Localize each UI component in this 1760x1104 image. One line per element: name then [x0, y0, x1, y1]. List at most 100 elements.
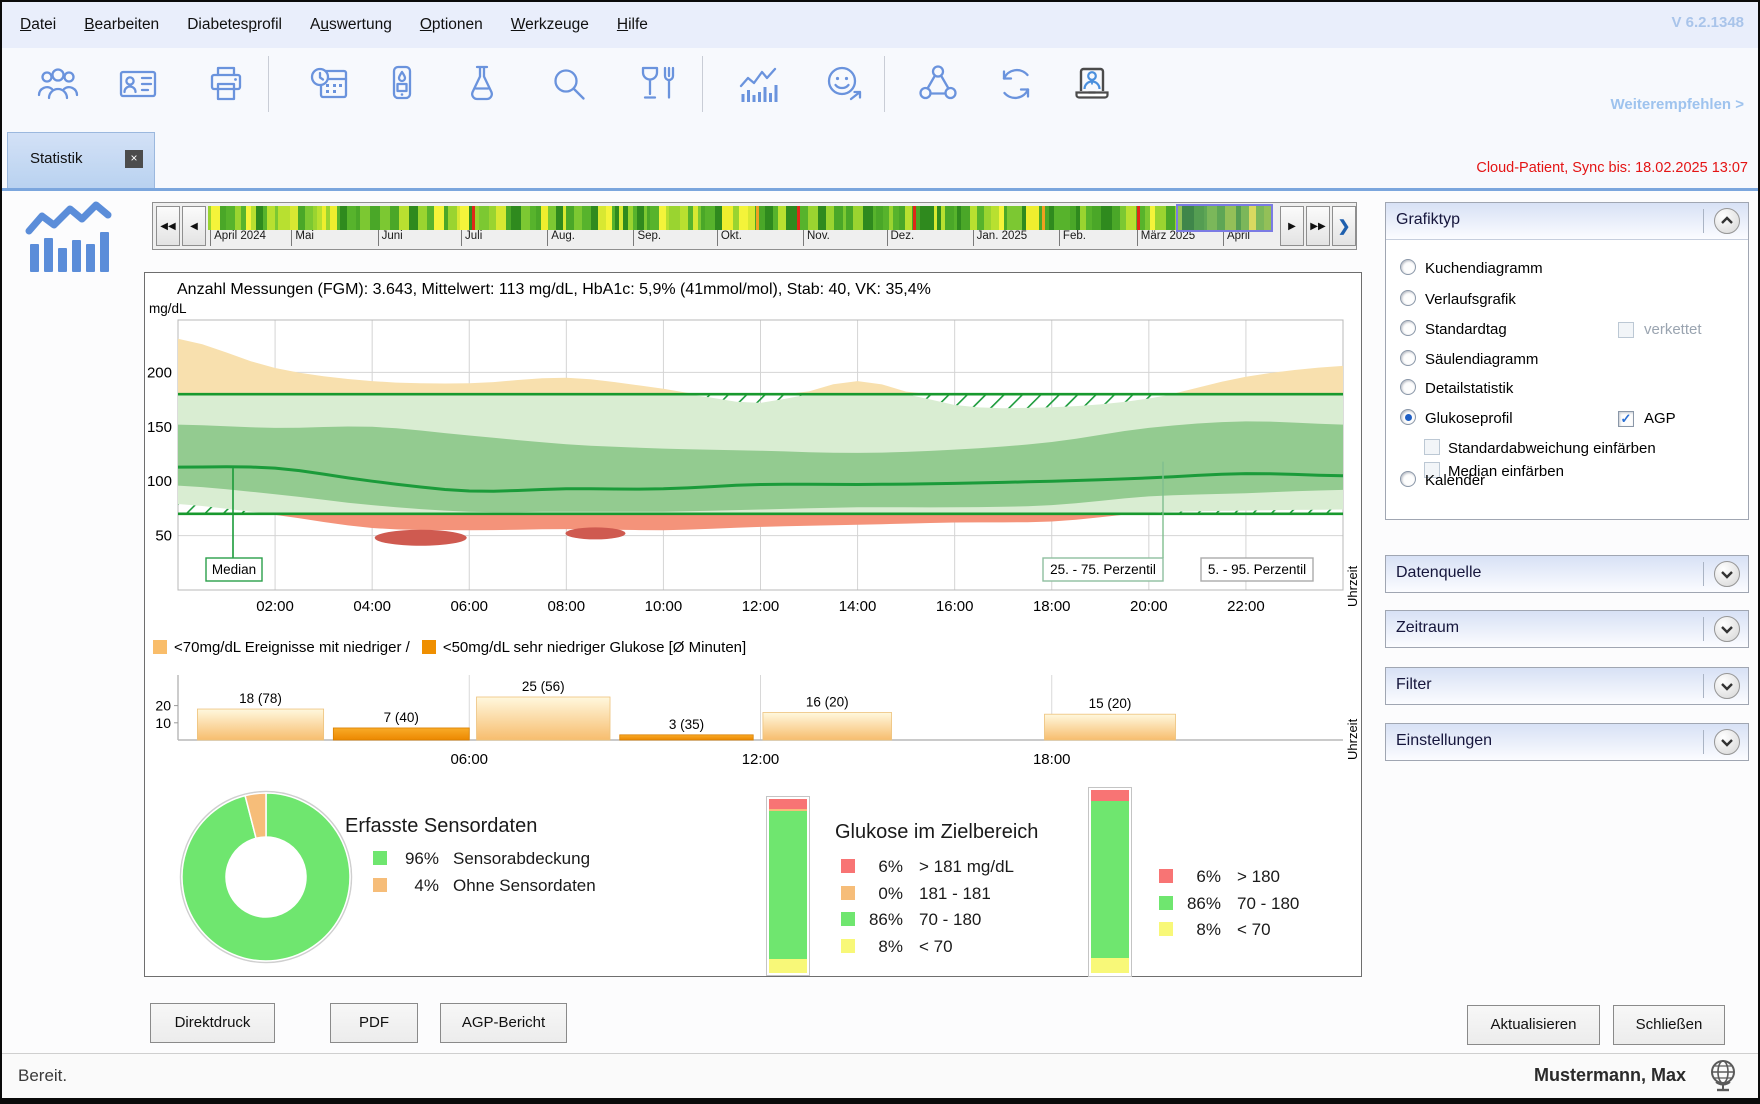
radio-unselected[interactable]: [1400, 290, 1416, 306]
svg-text:18 (78): 18 (78): [239, 691, 282, 706]
menu-item-hilfe[interactable]: Hilfe: [617, 2, 648, 48]
graphtype-panel-header[interactable]: Grafiktyp: [1386, 203, 1748, 240]
graphtype-option-säulendiagramm[interactable]: Säulendiagramm: [1400, 350, 1538, 370]
radio-unselected[interactable]: [1400, 471, 1416, 487]
panel-section-einstellungen[interactable]: Einstellungen: [1385, 723, 1749, 761]
svg-text:25. - 75. Perzentil: 25. - 75. Perzentil: [1050, 562, 1156, 577]
checkbox-agp[interactable]: ✓: [1618, 411, 1634, 427]
sync-icon[interactable]: [994, 62, 1038, 106]
svg-text:12:00: 12:00: [742, 751, 780, 768]
tab-row: Statistik × Cloud-Patient, Sync bis: 18.…: [2, 124, 1758, 188]
graphtype-option-detailstatistik[interactable]: Detailstatistik: [1400, 379, 1513, 399]
tab-statistik[interactable]: Statistik ×: [7, 132, 155, 188]
radio-unselected[interactable]: [1400, 259, 1416, 275]
glucose-meter-icon[interactable]: [380, 62, 424, 106]
collapse-button[interactable]: [1714, 208, 1740, 234]
svg-text:200: 200: [147, 364, 172, 381]
svg-text:06:00: 06:00: [450, 751, 488, 768]
timeline-barcode-strip[interactable]: [208, 206, 1273, 230]
timeline-month-label: April 2024: [210, 230, 266, 246]
patients-group-icon[interactable]: [36, 62, 80, 106]
menu-item-datei[interactable]: Datei: [20, 2, 56, 48]
svg-text:12:00: 12:00: [742, 598, 780, 615]
graphtype-option-verlaufsgrafik[interactable]: Verlaufsgrafik: [1400, 290, 1516, 310]
graphtype-option-standardtag[interactable]: Standardtagverkettet: [1400, 320, 1507, 340]
checkbox[interactable]: [1424, 439, 1440, 455]
tir-legend-item: 8%< 70: [841, 937, 953, 957]
chevron-up-icon: [1722, 218, 1732, 223]
very-low-legend-swatch: [422, 640, 436, 654]
status-bar: Bereit. Mustermann, Max: [2, 1053, 1758, 1099]
hypo-legend-label: <50mg/dL sehr niedriger Glukose [Ø Minut…: [443, 639, 746, 656]
graphtype-option-kuchendiagramm[interactable]: Kuchendiagramm: [1400, 259, 1543, 279]
timeline-first-button[interactable]: ◀◀: [156, 206, 180, 246]
timeline-month-label: Feb.: [1059, 230, 1086, 246]
hypo-legend-label: <70mg/dL Ereignisse mit niedriger /: [174, 639, 410, 656]
svg-text:3 (35): 3 (35): [669, 717, 704, 732]
timeline-last-button[interactable]: ▶▶: [1306, 206, 1330, 246]
expand-button[interactable]: [1714, 616, 1740, 642]
menu-item-werkzeuge[interactable]: Werkzeuge: [511, 2, 589, 48]
pdf-button[interactable]: PDF: [330, 1003, 418, 1043]
svg-text:16 (20): 16 (20): [806, 694, 849, 709]
menu-item-auswertung[interactable]: Auswertung: [310, 2, 392, 48]
aktualisieren-button[interactable]: Aktualisieren: [1467, 1005, 1600, 1045]
sensor-legend-item: 96%Sensorabdeckung: [373, 849, 590, 869]
schlie-en-button[interactable]: Schließen: [1613, 1005, 1725, 1045]
tir-legend-item: 86%70 - 180: [1159, 894, 1299, 914]
agp-chart: 5010015020002:0004:0006:0008:0010:0012:0…: [145, 315, 1363, 615]
tir-segment: [1091, 790, 1129, 801]
panel-section-filter[interactable]: Filter: [1385, 667, 1749, 705]
timeline-next-button[interactable]: ▶: [1280, 206, 1304, 246]
wellbeing-icon[interactable]: [822, 62, 866, 106]
patient-record-icon[interactable]: [116, 62, 160, 106]
timeline-selection[interactable]: [1176, 204, 1273, 232]
tir-segment: [769, 811, 807, 959]
radio-unselected[interactable]: [1400, 379, 1416, 395]
timeline-month-label: Aug.: [547, 230, 575, 246]
menu-item-diabetesprofil[interactable]: Diabetesprofil: [187, 2, 282, 48]
menu-item-bearbeiten[interactable]: Bearbeiten: [84, 2, 159, 48]
timeline-month-axis: April 2024MaiJuniJuliAug.Sep.Okt.Nov.Dez…: [208, 230, 1273, 247]
direktdruck-button[interactable]: Direktdruck: [150, 1003, 275, 1043]
svg-text:10: 10: [155, 715, 171, 731]
tir-legend-item: 0%181 - 181: [841, 884, 991, 904]
radio-unselected[interactable]: [1400, 320, 1416, 336]
calendar-clock-icon[interactable]: [308, 62, 352, 106]
expand-button[interactable]: [1714, 729, 1740, 755]
panel-section-zeitraum[interactable]: Zeitraum: [1385, 610, 1749, 648]
svg-text:20: 20: [155, 698, 171, 714]
time-in-range-bar-2: [1088, 787, 1132, 977]
radio-unselected[interactable]: [1400, 350, 1416, 366]
globe-icon: [1706, 1058, 1740, 1099]
timeline-expand-button[interactable]: ❯: [1332, 206, 1356, 246]
statistics-icon[interactable]: [736, 62, 780, 106]
graphtype-panel-title: Grafiktyp: [1396, 211, 1460, 229]
search-icon[interactable]: [547, 62, 591, 106]
nutrition-icon[interactable]: [635, 62, 679, 106]
version-label: V 6.2.1348: [1671, 14, 1744, 31]
timeline-month-label: Juli: [461, 230, 482, 246]
share-network-icon[interactable]: [916, 62, 960, 106]
expand-button[interactable]: [1714, 561, 1740, 587]
panel-section-datenquelle[interactable]: Datenquelle: [1385, 555, 1749, 593]
lab-flask-icon[interactable]: [460, 62, 504, 106]
expand-button[interactable]: [1714, 673, 1740, 699]
graphtype-option-glukoseprofil[interactable]: Glukoseprofil✓AGP: [1400, 409, 1513, 429]
svg-text:14:00: 14:00: [839, 598, 877, 615]
graphtype-option-kalender[interactable]: Kalender: [1400, 471, 1485, 491]
agp-bericht-button[interactable]: AGP-Bericht: [440, 1003, 567, 1043]
svg-text:20:00: 20:00: [1130, 598, 1168, 615]
tir-segment: [1091, 958, 1129, 973]
timeline-month-label: März 2025: [1137, 230, 1195, 246]
timeline-prev-button[interactable]: ◀: [182, 206, 206, 246]
printer-icon[interactable]: [204, 62, 248, 106]
telemedicine-icon[interactable]: [1070, 62, 1114, 106]
referral-link[interactable]: Weiterempfehlen >: [1610, 96, 1744, 113]
tab-close-icon[interactable]: ×: [125, 150, 143, 168]
radio-selected[interactable]: [1400, 409, 1416, 425]
time-in-range-bar-1: [766, 796, 810, 976]
menu-item-optionen[interactable]: Optionen: [420, 2, 483, 48]
hypo-legend: <70mg/dL Ereignisse mit niedriger / <50mg…: [153, 639, 746, 659]
suboption-standardabweichung-einfärben[interactable]: Standardabweichung einfärben: [1424, 439, 1656, 459]
